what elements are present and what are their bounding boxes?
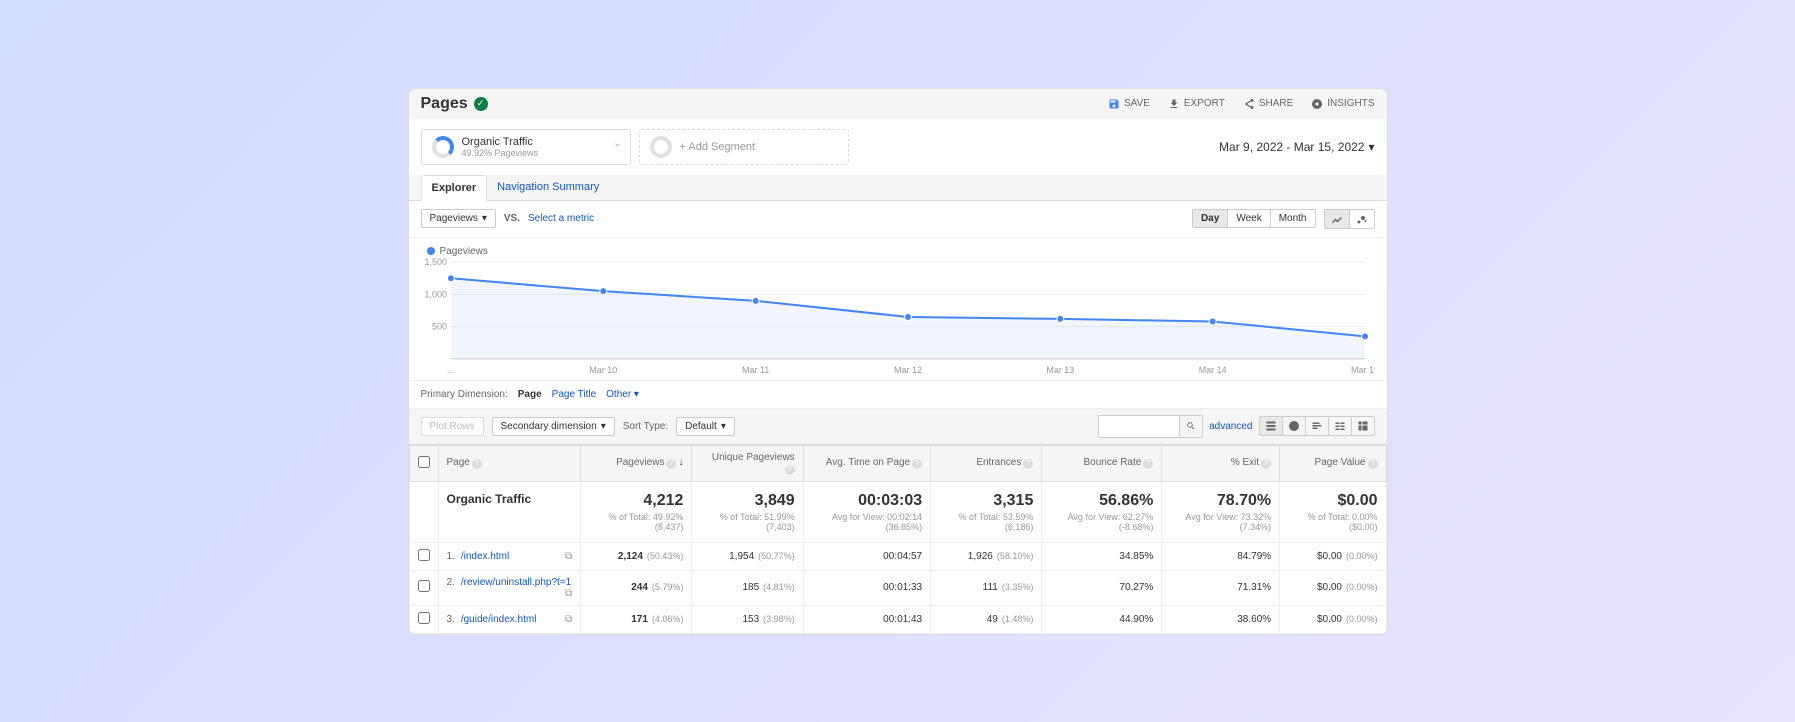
pie-view-icon[interactable] xyxy=(1283,417,1306,435)
export-button[interactable]: EXPORT xyxy=(1168,98,1225,110)
col-page[interactable]: Page? xyxy=(438,445,581,481)
chevron-down-icon: ▾ xyxy=(1368,140,1374,154)
row-checkbox[interactable] xyxy=(418,580,430,592)
legend-dot-icon xyxy=(427,247,435,255)
tab-explorer[interactable]: Explorer xyxy=(421,175,488,201)
table-controls: Plot Rows Secondary dimension ▾ Sort Typ… xyxy=(409,409,1387,445)
advanced-link[interactable]: advanced xyxy=(1209,421,1252,432)
data-table: Page? Pageviews?↓ Unique Pageviews? Avg.… xyxy=(409,445,1387,634)
col-exit[interactable]: % Exit? xyxy=(1162,445,1280,481)
chart-area: Pageviews 500 1,000 1,500 … Mar 10 Mar 11 Mar … xyxy=(409,238,1387,380)
pivot-view-icon[interactable] xyxy=(1352,417,1374,435)
external-link-icon[interactable]: ⧉ xyxy=(565,551,572,562)
col-unique[interactable]: Unique Pageviews? xyxy=(692,445,803,481)
metric-select[interactable]: Pageviews ▾ xyxy=(421,209,496,228)
line-chart-icon[interactable] xyxy=(1325,210,1350,228)
dimension-other[interactable]: Other ▾ xyxy=(606,389,639,400)
tabs: Explorer Navigation Summary xyxy=(409,175,1387,201)
col-avg-time[interactable]: Avg. Time on Page? xyxy=(803,445,930,481)
dimension-row: Primary Dimension: Page Page Title Other… xyxy=(409,380,1387,409)
header-actions: SAVE EXPORT SHARE INSIGHTS xyxy=(1108,98,1375,110)
time-week-button[interactable]: Week xyxy=(1228,210,1270,227)
comparison-view-icon[interactable] xyxy=(1329,417,1352,435)
table-row: 2./review/uninstall.php?t=1⧉244(5.79%)18… xyxy=(409,570,1386,605)
svg-text:Mar 10: Mar 10 xyxy=(589,364,617,374)
date-range-picker[interactable]: Mar 9, 2022 - Mar 15, 2022▾ xyxy=(1219,140,1374,154)
svg-text:Mar 14: Mar 14 xyxy=(1198,364,1226,374)
row-checkbox[interactable] xyxy=(418,612,430,624)
svg-text:Mar 15: Mar 15 xyxy=(1351,364,1375,374)
donut-chart-icon xyxy=(432,136,454,158)
svg-text:1,000: 1,000 xyxy=(424,289,446,299)
sort-type-select[interactable]: Default ▾ xyxy=(676,417,735,436)
dimension-page-title[interactable]: Page Title xyxy=(552,389,596,400)
time-granularity: Day Week Month xyxy=(1192,209,1316,228)
page-link[interactable]: /review/uninstall.php?t=1 xyxy=(461,577,571,588)
time-month-button[interactable]: Month xyxy=(1271,210,1315,227)
segments-row: Organic Traffic 49.92% Pageviews ⌄ + Add… xyxy=(409,119,1387,175)
insights-button[interactable]: INSIGHTS xyxy=(1311,98,1374,110)
summary-row: Organic Traffic 4,212% of Total: 49.92% … xyxy=(409,481,1386,542)
search-box xyxy=(1098,415,1203,438)
share-button[interactable]: SHARE xyxy=(1243,98,1293,110)
table-view-icons xyxy=(1259,416,1375,436)
svg-text:1,500: 1,500 xyxy=(424,257,446,267)
chevron-down-icon: ⌄ xyxy=(613,138,621,149)
external-link-icon[interactable]: ⧉ xyxy=(565,588,572,599)
line-chart: 500 1,000 1,500 … Mar 10 Mar 11 Mar 12 Mar 13 Ma… xyxy=(421,257,1375,377)
bar-view-icon[interactable] xyxy=(1306,417,1329,435)
tab-navigation-summary[interactable]: Navigation Summary xyxy=(487,175,609,200)
col-value[interactable]: Page Value? xyxy=(1280,445,1386,481)
header: Pages ✓ SAVE EXPORT SHARE INSIGHTS xyxy=(409,89,1387,119)
page-link[interactable]: /index.html xyxy=(461,551,509,562)
select-metric-link[interactable]: Select a metric xyxy=(528,213,594,224)
svg-text:…: … xyxy=(446,364,455,374)
svg-text:Mar 12: Mar 12 xyxy=(894,364,922,374)
select-all-checkbox[interactable] xyxy=(418,456,430,468)
svg-text:Mar 11: Mar 11 xyxy=(742,364,769,374)
add-segment-button[interactable]: + Add Segment xyxy=(639,129,849,165)
svg-text:Mar 13: Mar 13 xyxy=(1046,364,1074,374)
page-title: Pages xyxy=(421,95,468,113)
time-day-button[interactable]: Day xyxy=(1193,210,1228,227)
table-row: 1./index.html⧉2,124(50.43%)1,954(50.77%)… xyxy=(409,542,1386,570)
save-button[interactable]: SAVE xyxy=(1108,98,1150,110)
plot-rows-button: Plot Rows xyxy=(421,417,484,436)
table-row: 3./guide/index.html⧉171(4.06%)153(3.98%)… xyxy=(409,605,1386,633)
col-pageviews[interactable]: Pageviews?↓ xyxy=(581,445,692,481)
verified-icon: ✓ xyxy=(474,97,488,111)
secondary-dimension-select[interactable]: Secondary dimension ▾ xyxy=(492,417,615,436)
dimension-page[interactable]: Page xyxy=(518,389,542,400)
chart-legend: Pageviews xyxy=(427,246,1375,257)
motion-chart-icon[interactable] xyxy=(1350,210,1374,228)
page-link[interactable]: /guide/index.html xyxy=(461,614,537,625)
search-icon[interactable] xyxy=(1179,416,1202,437)
search-input[interactable] xyxy=(1099,416,1179,437)
external-link-icon[interactable]: ⧉ xyxy=(565,614,572,625)
svg-text:500: 500 xyxy=(431,321,446,331)
chart-controls: Pageviews ▾ VS. Select a metric Day Week… xyxy=(409,201,1387,238)
donut-placeholder-icon xyxy=(650,136,672,158)
row-checkbox[interactable] xyxy=(418,549,430,561)
analytics-window: Pages ✓ SAVE EXPORT SHARE INSIGHTS Organ… xyxy=(408,88,1388,635)
table-view-icon[interactable] xyxy=(1260,417,1283,435)
col-bounce[interactable]: Bounce Rate? xyxy=(1042,445,1162,481)
col-entrances[interactable]: Entrances? xyxy=(931,445,1042,481)
segment-organic-traffic[interactable]: Organic Traffic 49.92% Pageviews ⌄ xyxy=(421,129,631,165)
